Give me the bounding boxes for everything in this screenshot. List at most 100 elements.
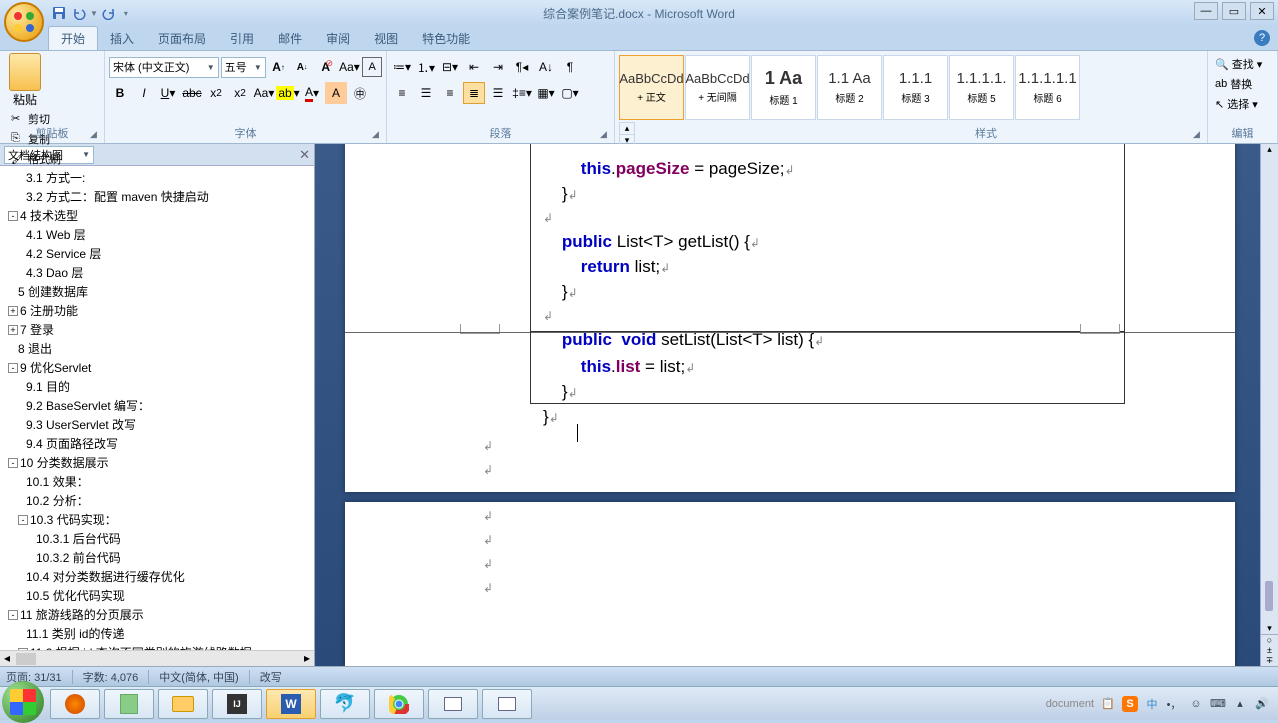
tree-item[interactable]: 9.2 BaseServlet 编写：: [0, 396, 314, 415]
highlight-icon[interactable]: ab▾: [277, 82, 299, 104]
font-size-combo[interactable]: 五号▼: [221, 57, 266, 78]
multilevel-icon[interactable]: ⊟▾: [439, 56, 461, 78]
sogou-icon[interactable]: S: [1122, 696, 1138, 712]
tree-item[interactable]: 5 创建数据库: [0, 282, 314, 301]
format-painter-button[interactable]: 🖌格式刷: [8, 150, 100, 168]
tab-special[interactable]: 特色功能: [410, 27, 482, 50]
status-words[interactable]: 字数: 4,076: [83, 669, 139, 685]
tree-item[interactable]: +7 登录: [0, 320, 314, 339]
style-item[interactable]: 1.1.1标题 3: [883, 55, 948, 120]
bold-icon[interactable]: B: [109, 82, 131, 104]
style-item[interactable]: 1.1 Aa标题 2: [817, 55, 882, 120]
clear-format-icon[interactable]: A⊘: [315, 56, 337, 78]
select-button[interactable]: ↖选择▾: [1212, 95, 1273, 113]
shrink-font-icon[interactable]: A↓: [291, 56, 313, 78]
font-dialog-launcher[interactable]: ◢: [372, 129, 384, 141]
strike-icon[interactable]: abc: [181, 82, 203, 104]
tree-expander[interactable]: -: [8, 458, 18, 468]
tree-item[interactable]: 4.2 Service 层: [0, 244, 314, 263]
tree-expander[interactable]: +: [8, 306, 18, 316]
style-item[interactable]: 1 Aa标题 1: [751, 55, 816, 120]
enclose-char-icon[interactable]: ㊥: [349, 82, 371, 104]
tree-item[interactable]: 3.2 方式二：配置 maven 快捷启动: [0, 187, 314, 206]
show-marks-icon[interactable]: ¶: [559, 56, 581, 78]
tab-references[interactable]: 引用: [218, 27, 266, 50]
distribute-icon[interactable]: ☰: [487, 82, 509, 104]
tree-item[interactable]: -4 技术选型: [0, 206, 314, 225]
sort-icon[interactable]: A↓: [535, 56, 557, 78]
find-button[interactable]: 🔍查找▾: [1212, 55, 1273, 73]
minimize-button[interactable]: —: [1194, 2, 1218, 20]
tree-item[interactable]: 11.1 类别 id的传递: [0, 624, 314, 643]
tree-expander[interactable]: -: [8, 363, 18, 373]
tree-item[interactable]: -9 优化Servlet: [0, 358, 314, 377]
tree-item[interactable]: 10.3.1 后台代码: [0, 529, 314, 548]
tab-home[interactable]: 开始: [48, 26, 98, 50]
shading-icon[interactable]: ▦▾: [535, 82, 557, 104]
tab-insert[interactable]: 插入: [98, 27, 146, 50]
tree-item[interactable]: -11 旅游线路的分页展示: [0, 605, 314, 624]
justify-icon[interactable]: ≣: [463, 82, 485, 104]
tree-item[interactable]: 9.3 UserServlet 改写: [0, 415, 314, 434]
status-mode[interactable]: 改写: [260, 669, 282, 685]
font-color-icon[interactable]: A▾: [301, 82, 323, 104]
redo-icon[interactable]: [100, 4, 118, 22]
tree-item[interactable]: 4.1 Web 层: [0, 225, 314, 244]
task-app[interactable]: [482, 689, 532, 719]
task-app[interactable]: [428, 689, 478, 719]
tree-expander[interactable]: -: [18, 515, 28, 525]
tree-item[interactable]: 10.3.2 前台代码: [0, 548, 314, 567]
font-name-combo[interactable]: 宋体 (中文正文)▼: [109, 57, 219, 78]
punct-icon[interactable]: •，: [1166, 696, 1182, 712]
style-item[interactable]: AaBbCcDd+ 无间隔: [685, 55, 750, 120]
indent-inc-icon[interactable]: ⇥: [487, 56, 509, 78]
phonetic-icon[interactable]: Aa▾: [253, 82, 275, 104]
office-button[interactable]: [4, 2, 44, 42]
tree-item[interactable]: 10.2 分析：: [0, 491, 314, 510]
bullets-icon[interactable]: ≔▾: [391, 56, 413, 78]
tree-item[interactable]: 8 退出: [0, 339, 314, 358]
tree-item[interactable]: 10.5 优化代码实现: [0, 586, 314, 605]
tab-mail[interactable]: 邮件: [266, 27, 314, 50]
tree-item[interactable]: 10.1 效果：: [0, 472, 314, 491]
task-chrome[interactable]: [374, 689, 424, 719]
change-case-icon[interactable]: Aa▾: [338, 56, 360, 78]
underline-icon[interactable]: U▾: [157, 82, 179, 104]
lang-icon[interactable]: 中: [1144, 696, 1160, 712]
tree-item[interactable]: -11.2 根据 id 查询不同类别的旅游线路数据: [0, 643, 314, 650]
close-button[interactable]: ✕: [1250, 2, 1274, 20]
task-app[interactable]: 🐬: [320, 689, 370, 719]
tree-item[interactable]: +6 注册功能: [0, 301, 314, 320]
keyboard-icon[interactable]: ⌨: [1210, 696, 1226, 712]
ltr-icon[interactable]: ¶◂: [511, 56, 533, 78]
emoji-icon[interactable]: ☺: [1188, 696, 1204, 712]
tree-item[interactable]: 4.3 Dao 层: [0, 263, 314, 282]
tab-layout[interactable]: 页面布局: [146, 27, 218, 50]
save-icon[interactable]: [50, 4, 68, 22]
task-app[interactable]: [104, 689, 154, 719]
grow-font-icon[interactable]: A↑: [268, 56, 290, 78]
align-right-icon[interactable]: ≡: [439, 82, 461, 104]
tree-expander[interactable]: -: [8, 610, 18, 620]
maximize-button[interactable]: ▭: [1222, 2, 1246, 20]
superscript-icon[interactable]: x2: [229, 82, 251, 104]
style-item[interactable]: AaBbCcDd+ 正文: [619, 55, 684, 120]
task-app[interactable]: [158, 689, 208, 719]
tree-item[interactable]: 9.1 目的: [0, 377, 314, 396]
paste-button[interactable]: 粘贴: [4, 53, 46, 108]
clipboard-dialog-launcher[interactable]: ◢: [90, 129, 102, 141]
style-item[interactable]: 1.1.1.1.标题 5: [949, 55, 1014, 120]
char-border-icon[interactable]: A: [362, 57, 382, 77]
style-item[interactable]: 1.1.1.1.1标题 6: [1015, 55, 1080, 120]
numbering-icon[interactable]: ⒈▾: [415, 56, 437, 78]
line-spacing-icon[interactable]: ‡≡▾: [511, 82, 533, 104]
task-app[interactable]: [50, 689, 100, 719]
subscript-icon[interactable]: x2: [205, 82, 227, 104]
status-lang[interactable]: 中文(简体, 中国): [159, 669, 238, 685]
styles-dialog-launcher[interactable]: ◢: [1193, 129, 1205, 141]
indent-dec-icon[interactable]: ⇤: [463, 56, 485, 78]
tree-item[interactable]: 10.4 对分类数据进行缓存优化: [0, 567, 314, 586]
start-button[interactable]: [2, 681, 44, 723]
tree-item[interactable]: -10.3 代码实现：: [0, 510, 314, 529]
tab-view[interactable]: 视图: [362, 27, 410, 50]
